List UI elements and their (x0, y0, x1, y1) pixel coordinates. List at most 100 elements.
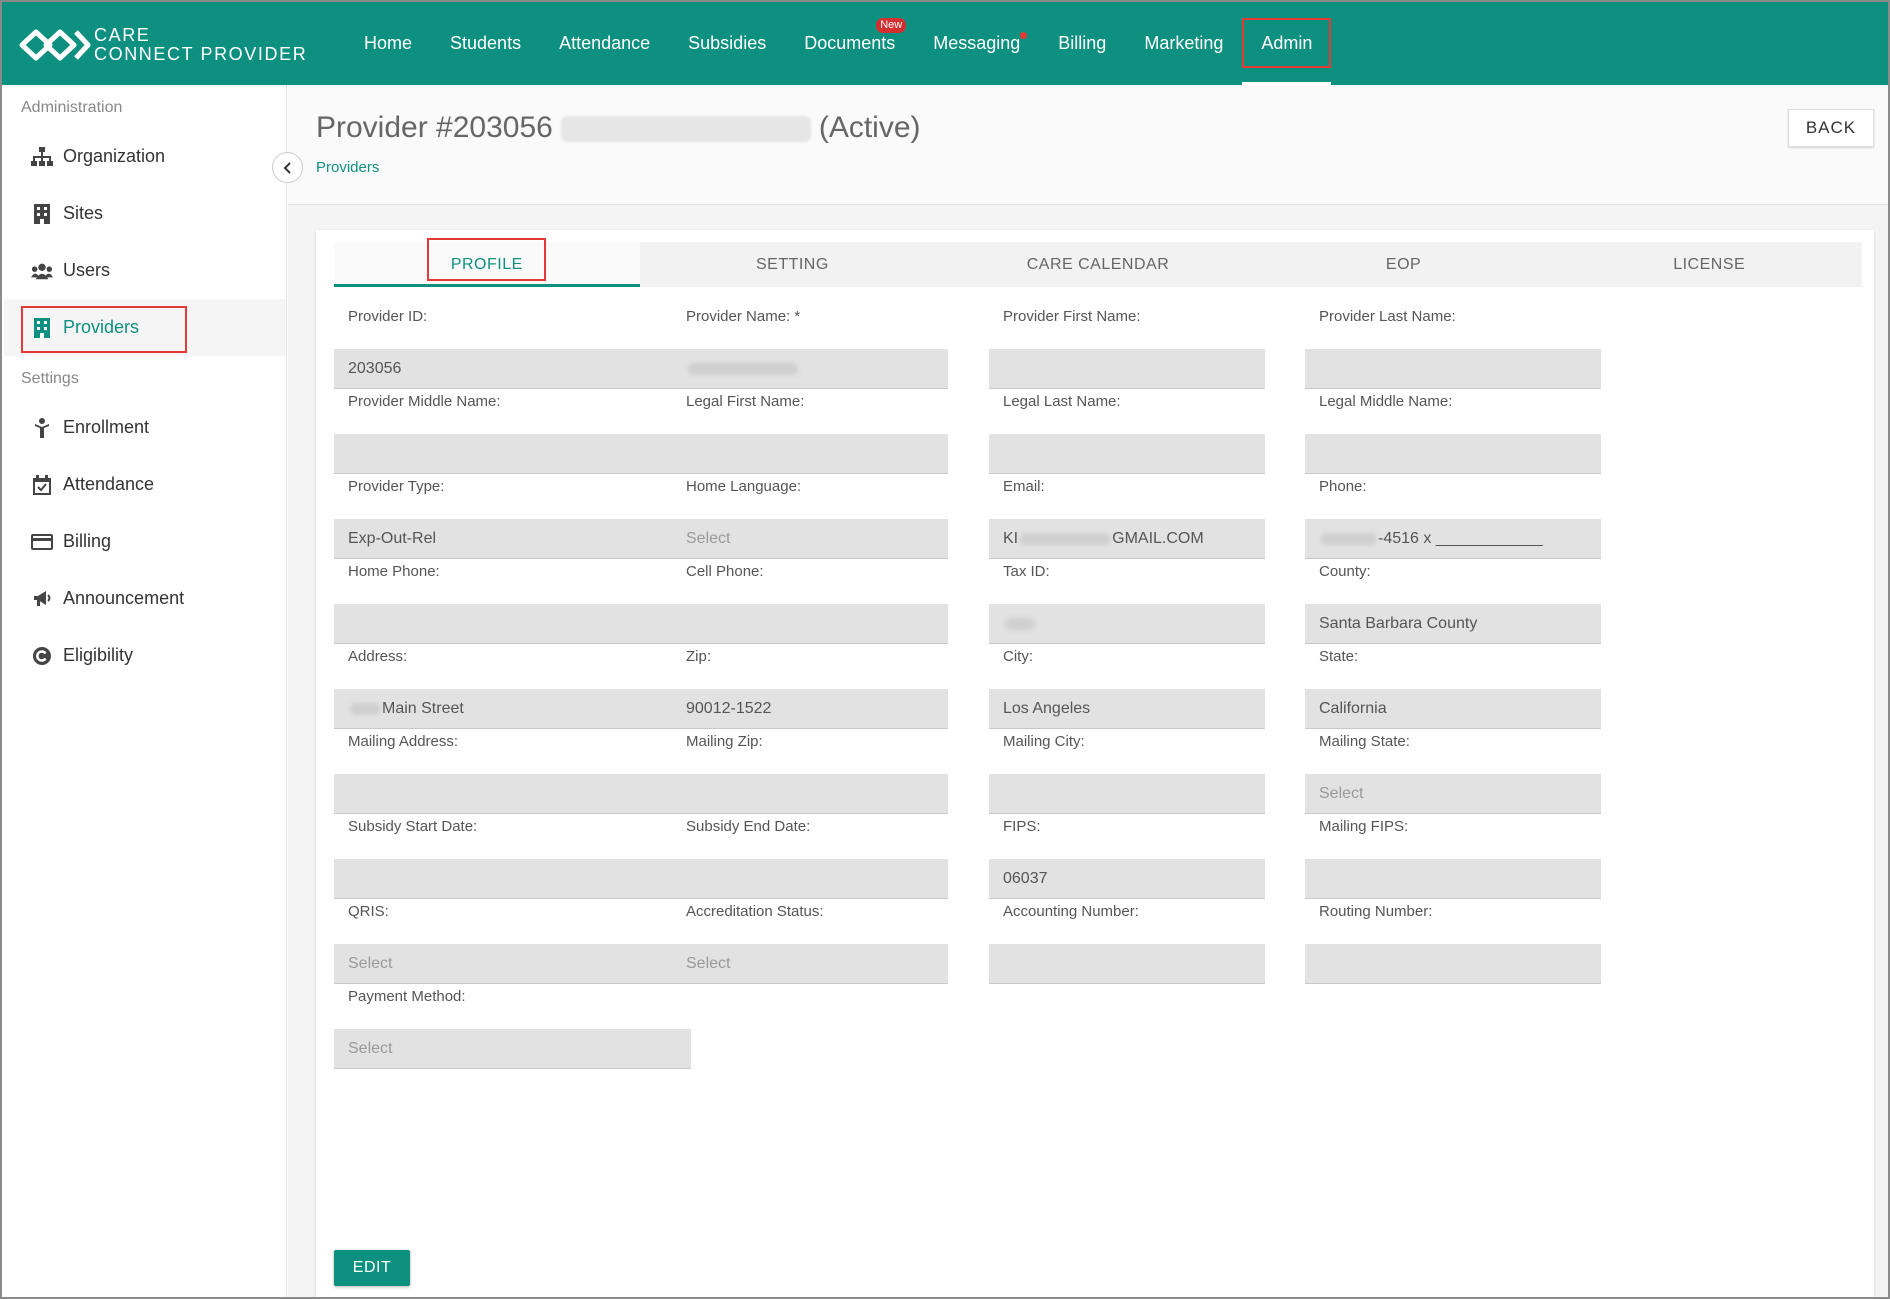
text-field[interactable] (989, 774, 1265, 814)
text-field[interactable] (672, 774, 948, 814)
main-content: Provider #203056 (Active) Providers BACK … (288, 85, 1888, 1297)
form-field-fips: FIPS: 06037 (989, 815, 1265, 899)
text-field[interactable] (672, 604, 948, 644)
tab-setting[interactable]: SETTING (640, 242, 946, 287)
text-field[interactable] (1305, 349, 1601, 389)
select-field[interactable]: Select (672, 944, 948, 984)
text-field[interactable] (1305, 434, 1601, 474)
text-field[interactable]: Exp-Out-Rel (334, 519, 691, 559)
text-field[interactable] (334, 434, 691, 474)
sidebar-item-label: Users (63, 260, 111, 280)
nav-attendance[interactable]: Attendance (540, 2, 669, 85)
nav-label: Home (364, 33, 413, 53)
text-field[interactable]: Santa Barbara County (1305, 604, 1601, 644)
nav-subsidies[interactable]: Subsidies (669, 2, 785, 85)
nav-admin[interactable]: Admin (1242, 2, 1332, 85)
text-field[interactable]: Los Angeles (989, 689, 1265, 729)
form-field-provider-first-name: Provider First Name: (989, 305, 1265, 389)
nav-label: Attendance (559, 33, 651, 53)
field-placeholder: Select (686, 530, 731, 547)
select-field[interactable]: Select (334, 944, 691, 984)
field-value-suffix: GMAIL.COM (1112, 530, 1204, 547)
nav-label: Messaging (933, 33, 1021, 53)
form-field-subsidy-start-date: Subsidy Start Date: (334, 815, 691, 899)
text-field[interactable] (1305, 859, 1601, 899)
brand-line1: CARE (94, 25, 151, 45)
text-field[interactable] (334, 604, 691, 644)
text-field[interactable] (989, 349, 1265, 389)
text-field[interactable]: Main Street (334, 689, 691, 729)
nav-marketing[interactable]: Marketing (1125, 2, 1242, 85)
text-field[interactable]: California (1305, 689, 1601, 729)
sidebar-item-organization[interactable]: Organization (4, 128, 286, 185)
nav-documents[interactable]: Documents New (785, 2, 914, 85)
text-field[interactable]: 06037 (989, 859, 1265, 899)
nav-label: Students (450, 33, 522, 53)
breadcrumb-providers[interactable]: Providers (316, 159, 379, 176)
field-label: Tax ID: (1003, 563, 1050, 580)
nav-billing[interactable]: Billing (1039, 2, 1125, 85)
text-field[interactable] (989, 944, 1265, 984)
tab-label: CARE CALENDAR (1026, 256, 1170, 273)
form-field-mailing-fips: Mailing FIPS: (1305, 815, 1601, 899)
collapse-sidebar-button[interactable] (272, 152, 303, 183)
sidebar-item-providers[interactable]: Providers (4, 299, 286, 356)
form-field-phone: Phone: -4516 x ____________ (1305, 475, 1601, 559)
field-label: Home Phone: (348, 563, 440, 580)
brand-name[interactable]: CARE CONNECT PROVIDER (94, 26, 307, 64)
form-field-zip: Zip: 90012-1522 (672, 645, 948, 729)
nav-messaging[interactable]: Messaging (914, 2, 1039, 85)
tab-license[interactable]: LICENSE (1556, 242, 1862, 287)
text-field[interactable]: -4516 x ____________ (1305, 519, 1601, 559)
field-label: Subsidy End Date: (686, 818, 811, 835)
text-field[interactable] (334, 859, 691, 899)
sidebar-heading-administration: Administration (21, 99, 123, 116)
text-field[interactable]: 90012-1522 (672, 689, 948, 729)
sidebar-item-eligibility[interactable]: Eligibility (4, 627, 286, 684)
text-field[interactable] (334, 774, 691, 814)
highlight-box (1242, 18, 1332, 68)
form-field-qris: QRIS: Select (334, 900, 691, 984)
sidebar-item-enrollment[interactable]: Enrollment (4, 399, 286, 456)
text-field[interactable] (989, 604, 1265, 644)
text-field[interactable]: KI GMAIL.COM (989, 519, 1265, 559)
field-label: QRIS: (348, 903, 389, 920)
tab-eop[interactable]: EOP (1251, 242, 1557, 287)
field-label: Provider Type: (348, 478, 445, 495)
brand-line2: CONNECT PROVIDER (94, 44, 308, 64)
sidebar-item-billing[interactable]: Billing (4, 513, 286, 570)
edit-button[interactable]: EDIT (334, 1250, 410, 1286)
text-field[interactable]: 203056 (334, 349, 691, 389)
field-value: 90012-1522 (686, 700, 772, 717)
text-field[interactable] (672, 859, 948, 899)
tab-profile[interactable]: PROFILE (334, 238, 640, 287)
sidebar-item-label: Organization (63, 146, 166, 166)
sidebar-item-attendance[interactable]: Attendance (4, 456, 286, 513)
sidebar-item-announcement[interactable]: Announcement (4, 570, 286, 627)
redacted-text (1020, 532, 1111, 545)
form-field-accreditation-status: Accreditation Status: Select (672, 900, 948, 984)
text-field[interactable] (989, 434, 1265, 474)
select-field[interactable]: Select (672, 519, 948, 559)
field-value: KI (1003, 530, 1019, 547)
form-field-tax-id: Tax ID: (989, 560, 1265, 644)
nav-label: Subsidies (688, 33, 767, 53)
form-field-email: Email: KI GMAIL.COM (989, 475, 1265, 559)
sidebar-item-label: Billing (63, 531, 112, 551)
select-field[interactable]: Select (334, 1029, 691, 1069)
field-label: FIPS: (1003, 818, 1041, 835)
text-field[interactable] (1305, 944, 1601, 984)
back-button[interactable]: BACK (1788, 109, 1874, 147)
field-label: Subsidy Start Date: (348, 818, 478, 835)
field-value: 06037 (1003, 870, 1048, 887)
sidebar-item-sites[interactable]: Sites (4, 185, 286, 242)
tab-care-calendar[interactable]: CARE CALENDAR (945, 242, 1251, 287)
nav-home[interactable]: Home (345, 2, 431, 85)
text-field[interactable] (672, 349, 948, 389)
sidebar-item-users[interactable]: Users (4, 242, 286, 299)
text-field[interactable] (672, 434, 948, 474)
form-field-cell-phone: Cell Phone: (672, 560, 948, 644)
tab-label: SETTING (755, 256, 829, 273)
nav-students[interactable]: Students (431, 2, 540, 85)
select-field[interactable]: Select (1305, 774, 1601, 814)
